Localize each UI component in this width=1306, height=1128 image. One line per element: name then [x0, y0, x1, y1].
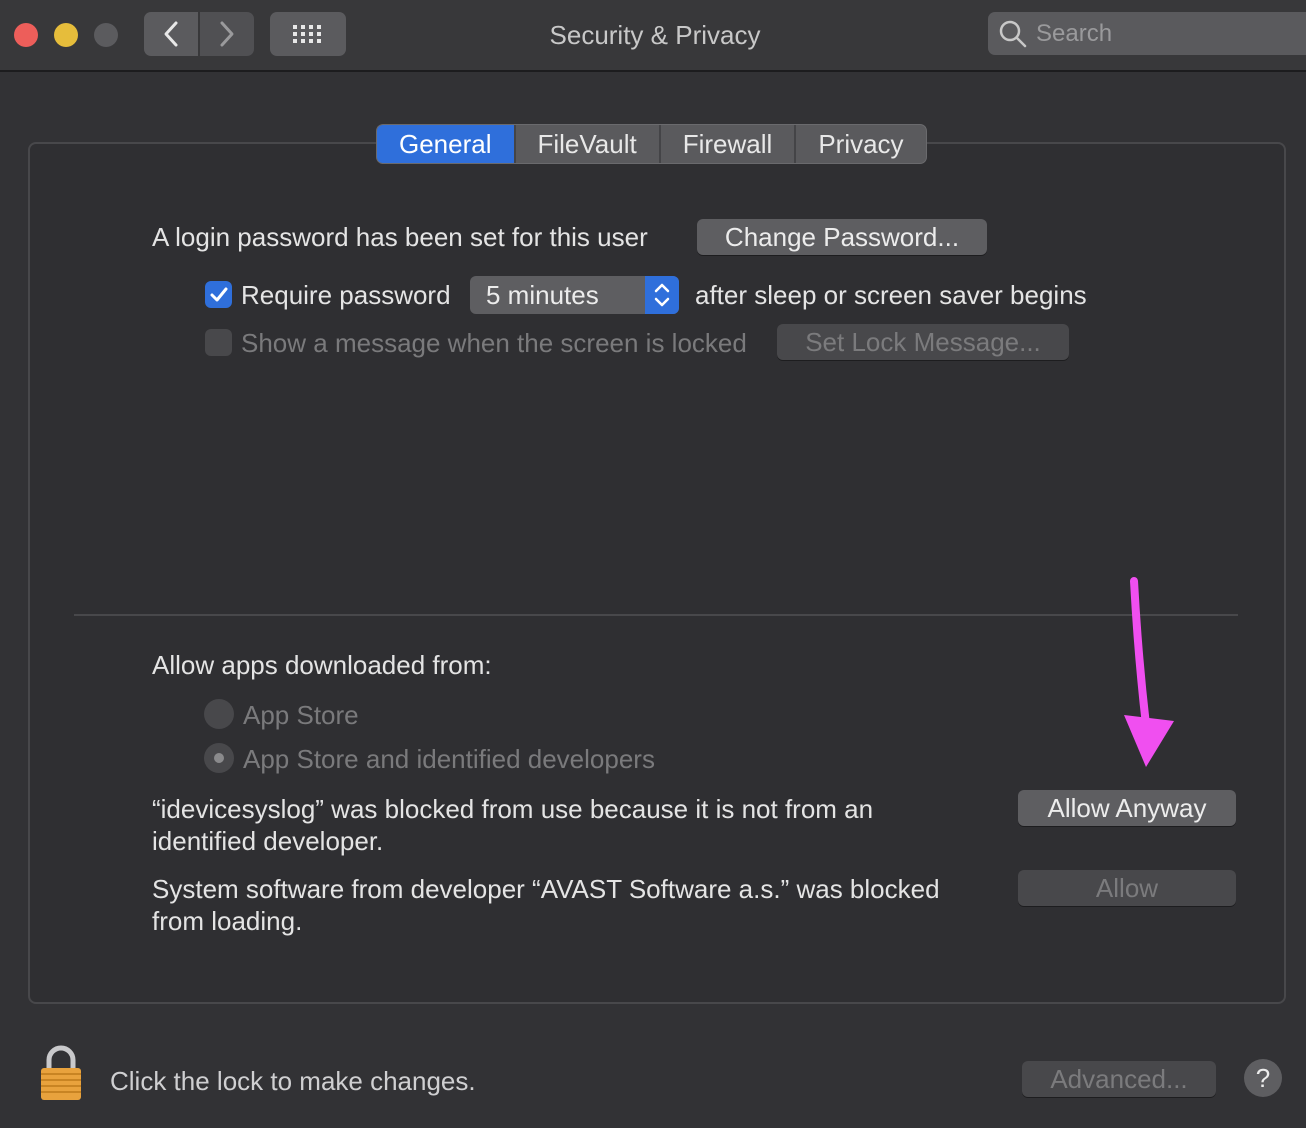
forward-button[interactable] — [200, 12, 254, 56]
grid-icon — [293, 25, 321, 43]
allow-button[interactable]: Allow — [1018, 870, 1236, 906]
password-delay-select[interactable]: 5 minutes — [470, 276, 679, 314]
stepper-arrows-icon — [645, 276, 679, 314]
annotation-arrow-icon — [1124, 577, 1174, 767]
tab-general[interactable]: General — [377, 125, 516, 163]
blocked-system-software-message: System software from developer “AVAST So… — [152, 874, 940, 936]
show-all-button[interactable] — [270, 12, 346, 56]
lock-message-label: Show a message when the screen is locked — [241, 328, 747, 358]
search-icon — [999, 20, 1027, 47]
minimize-window-button[interactable] — [54, 23, 78, 47]
back-button[interactable] — [144, 12, 198, 56]
section-divider — [74, 614, 1238, 616]
search-field[interactable] — [988, 12, 1306, 55]
advanced-button[interactable]: Advanced... — [1022, 1061, 1216, 1097]
radio-app-store[interactable] — [204, 699, 234, 729]
blocked-app-message: “idevicesyslog” was blocked from use bec… — [152, 794, 874, 856]
change-password-button[interactable]: Change Password... — [697, 219, 987, 255]
radio-selected-dot — [214, 753, 224, 763]
help-button[interactable]: ? — [1244, 1059, 1282, 1097]
lock-hint-text: Click the lock to make changes. — [110, 1066, 476, 1096]
radio-identified-developers-label: App Store and identified developers — [243, 744, 655, 774]
zoom-window-button[interactable] — [94, 23, 118, 47]
set-lock-message-button[interactable]: Set Lock Message... — [777, 324, 1069, 360]
tab-bar: General FileVault Firewall Privacy — [376, 124, 927, 164]
padlock-icon[interactable] — [38, 1044, 84, 1102]
search-input[interactable] — [1034, 18, 1298, 49]
login-password-text: A login password has been set for this u… — [152, 222, 648, 252]
title-bar: Security & Privacy — [0, 0, 1306, 72]
window-title: Security & Privacy — [549, 20, 761, 50]
chevron-left-icon — [164, 21, 178, 47]
password-delay-value: 5 minutes — [486, 280, 599, 310]
checkmark-icon — [210, 287, 227, 301]
require-password-checkbox[interactable] — [205, 281, 232, 308]
require-password-suffix: after sleep or screen saver begins — [695, 280, 1087, 310]
radio-app-store-label: App Store — [243, 700, 359, 730]
tab-filevault[interactable]: FileVault — [516, 125, 661, 163]
close-window-button[interactable] — [14, 23, 38, 47]
radio-identified-developers[interactable] — [204, 743, 234, 773]
security-privacy-window: Security & Privacy General FileVault Fir… — [0, 0, 1306, 1128]
tab-privacy[interactable]: Privacy — [796, 125, 925, 163]
allow-anyway-button[interactable]: Allow Anyway — [1018, 790, 1236, 826]
tab-firewall[interactable]: Firewall — [661, 125, 797, 163]
allow-apps-heading: Allow apps downloaded from: — [152, 650, 492, 680]
require-password-label: Require password — [241, 280, 451, 310]
chevron-right-icon — [220, 21, 234, 47]
lock-message-checkbox[interactable] — [205, 329, 232, 356]
